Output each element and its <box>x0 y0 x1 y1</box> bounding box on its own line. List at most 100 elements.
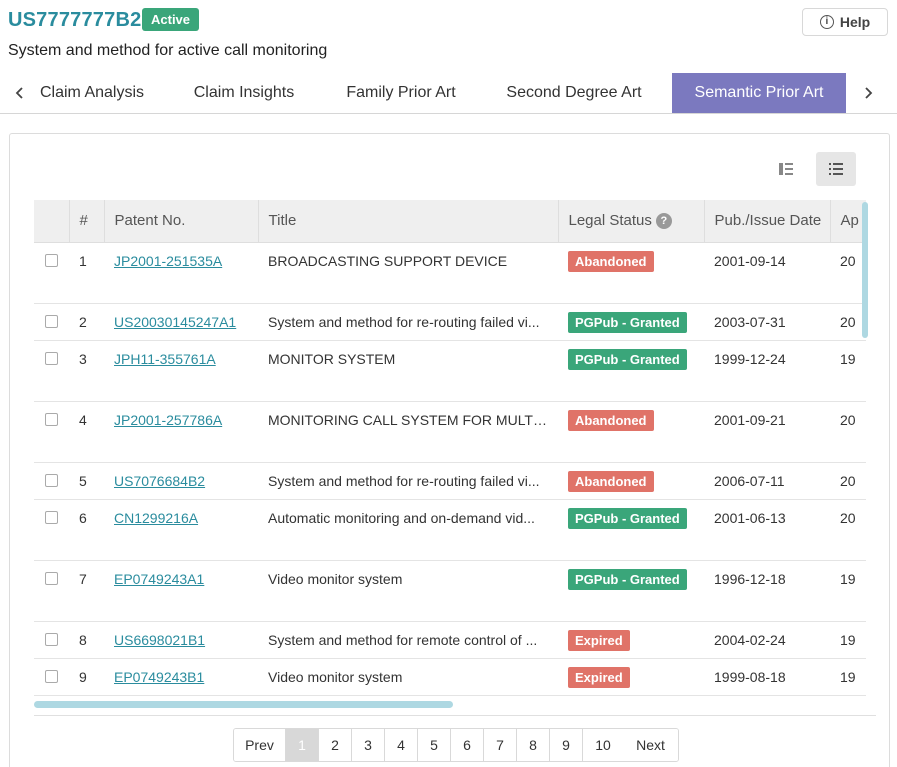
page-button[interactable]: 3 <box>352 729 385 761</box>
app-date-cell: 20 <box>830 401 866 463</box>
row-checkbox[interactable] <box>45 314 58 328</box>
divider <box>34 715 876 716</box>
column-header-patent-no[interactable]: Patent No. <box>104 200 259 243</box>
page-button[interactable]: 10 <box>583 729 623 761</box>
page-button[interactable]: 8 <box>517 729 550 761</box>
results-panel: # Patent No. Title Legal Status? Pub./Is… <box>9 133 890 767</box>
column-header-app-date[interactable]: Ap <box>830 200 866 243</box>
row-checkbox[interactable] <box>45 632 58 646</box>
row-checkbox[interactable] <box>45 669 58 683</box>
table-row[interactable]: 8 US6698021B1 System and method for remote… <box>34 621 866 659</box>
page-button[interactable]: 6 <box>451 729 484 761</box>
pub-date-cell: 1999-12-24 <box>704 340 830 402</box>
row-checkbox[interactable] <box>45 412 58 426</box>
column-view-button[interactable] <box>766 152 806 186</box>
chevron-right-icon[interactable] <box>856 73 880 113</box>
row-number: 6 <box>69 499 104 561</box>
tab-semantic-prior-art[interactable]: Semantic Prior Art <box>672 73 846 113</box>
patent-link[interactable]: US20030145247A1 <box>114 314 236 330</box>
app-date-cell: 19 <box>830 560 866 622</box>
patent-link[interactable]: US6698021B1 <box>114 632 205 648</box>
row-checkbox[interactable] <box>45 571 58 585</box>
row-select-cell <box>34 499 69 561</box>
row-checkbox[interactable] <box>45 473 58 487</box>
page-button[interactable]: 2 <box>319 729 352 761</box>
row-number: 2 <box>69 303 104 341</box>
legal-status-badge: PGPub - Granted <box>568 311 687 333</box>
column-header-title[interactable]: Title <box>258 200 559 243</box>
question-circle-icon[interactable]: ? <box>655 213 672 230</box>
pub-date-cell: 2001-09-14 <box>704 242 830 304</box>
row-checkbox[interactable] <box>45 253 58 267</box>
patent-link[interactable]: EP0749243B1 <box>114 669 204 685</box>
table-row[interactable]: 1 JP2001-251535A BROADCASTING SUPPORT DEVI… <box>34 242 866 304</box>
table-row[interactable]: 7 EP0749243A1 Video monitor system PGPub - … <box>34 560 866 622</box>
legal-status-badge: PGPub - Granted <box>568 348 687 370</box>
app-date-cell: 19 <box>830 658 866 696</box>
patent-link[interactable]: JPH11-355761A <box>114 351 216 367</box>
app-date-cell: 20 <box>830 499 866 561</box>
pagination: Prev 1 2 3 4 5 6 7 8 9 10 Next <box>233 728 679 762</box>
status-badge: Active <box>142 8 200 31</box>
chevron-left-icon[interactable] <box>8 73 32 113</box>
patent-link[interactable]: US7076684B2 <box>114 473 205 489</box>
patent-number-cell: JPH11-355761A <box>104 340 258 402</box>
table-row[interactable]: 5 US7076684B2 System and method for re-rou… <box>34 462 866 500</box>
title-cell: Automatic monitoring and on-demand vid..… <box>258 499 558 561</box>
help-button[interactable]: i Help <box>802 8 888 36</box>
page-button[interactable]: 7 <box>484 729 517 761</box>
patent-number-cell: JP2001-251535A <box>104 242 258 304</box>
row-number: 5 <box>69 462 104 500</box>
column-header-number[interactable]: # <box>69 200 105 243</box>
table-row[interactable]: 6 CN1299216A Automatic monitoring and on-d… <box>34 499 866 561</box>
row-checkbox[interactable] <box>45 351 58 365</box>
legal-status-badge: PGPub - Granted <box>568 568 687 590</box>
list-view-icon <box>829 163 843 175</box>
table-row[interactable]: 9 EP0749243B1 Video monitor system Expired 1… <box>34 658 866 696</box>
page-button[interactable]: 1 <box>286 729 319 761</box>
title-cell: BROADCASTING SUPPORT DEVICE <box>258 242 558 304</box>
table-row[interactable]: 2 US20030145247A1 System and method for re… <box>34 303 866 341</box>
row-checkbox[interactable] <box>45 510 58 524</box>
pub-date-cell: 1996-12-18 <box>704 560 830 622</box>
page-button[interactable]: 5 <box>418 729 451 761</box>
tab-second-degree-art[interactable]: Second Degree Art <box>494 73 654 113</box>
legal-status-cell: PGPub - Granted <box>558 499 704 561</box>
prev-page-button[interactable]: Prev <box>234 729 286 761</box>
pub-date-cell: 2003-07-31 <box>704 303 830 341</box>
patent-link[interactable]: JP2001-257786A <box>114 412 222 428</box>
legal-status-cell: Abandoned <box>558 242 704 304</box>
column-header-legal-status[interactable]: Legal Status? <box>558 200 705 243</box>
patent-link[interactable]: CN1299216A <box>114 510 198 526</box>
next-page-button[interactable]: Next <box>623 729 678 761</box>
pub-date-cell: 2006-07-11 <box>704 462 830 500</box>
row-select-cell <box>34 462 69 500</box>
legal-status-cell: Abandoned <box>558 462 704 500</box>
page-button[interactable]: 9 <box>550 729 583 761</box>
title-cell: Video monitor system <box>258 658 558 696</box>
horizontal-scrollbar[interactable] <box>34 701 453 708</box>
patent-link[interactable]: EP0749243A1 <box>114 571 204 587</box>
vertical-scrollbar[interactable] <box>862 202 868 338</box>
table-row[interactable]: 3 JPH11-355761A MONITOR SYSTEM PGPub - Gran… <box>34 340 866 402</box>
list-view-button[interactable] <box>816 152 856 186</box>
patent-id: US7777777B2 <box>8 9 142 31</box>
tab-family-prior-art[interactable]: Family Prior Art <box>334 73 468 113</box>
legal-status-cell: Expired <box>558 658 704 696</box>
row-number: 1 <box>69 242 104 304</box>
table-row[interactable]: 4 JP2001-257786A MONITORING CALL SYSTEM FO… <box>34 401 866 463</box>
legal-status-badge: Abandoned <box>568 409 654 431</box>
patent-number-cell: EP0749243A1 <box>104 560 258 622</box>
app-date-cell: 20 <box>830 462 866 500</box>
app-date-cell: 19 <box>830 621 866 659</box>
tab-claim-insights[interactable]: Claim Insights <box>178 73 310 113</box>
column-header-pub-date[interactable]: Pub./Issue Date <box>704 200 831 243</box>
row-number: 9 <box>69 658 104 696</box>
tab-claim-analysis[interactable]: Claim Analysis <box>32 73 152 113</box>
pub-date-cell: 2004-02-24 <box>704 621 830 659</box>
tab-bar: Claim Analysis Claim Insights Family Pri… <box>0 73 897 114</box>
row-number: 8 <box>69 621 104 659</box>
page-button[interactable]: 4 <box>385 729 418 761</box>
patent-link[interactable]: JP2001-251535A <box>114 253 222 269</box>
row-select-cell <box>34 401 69 463</box>
